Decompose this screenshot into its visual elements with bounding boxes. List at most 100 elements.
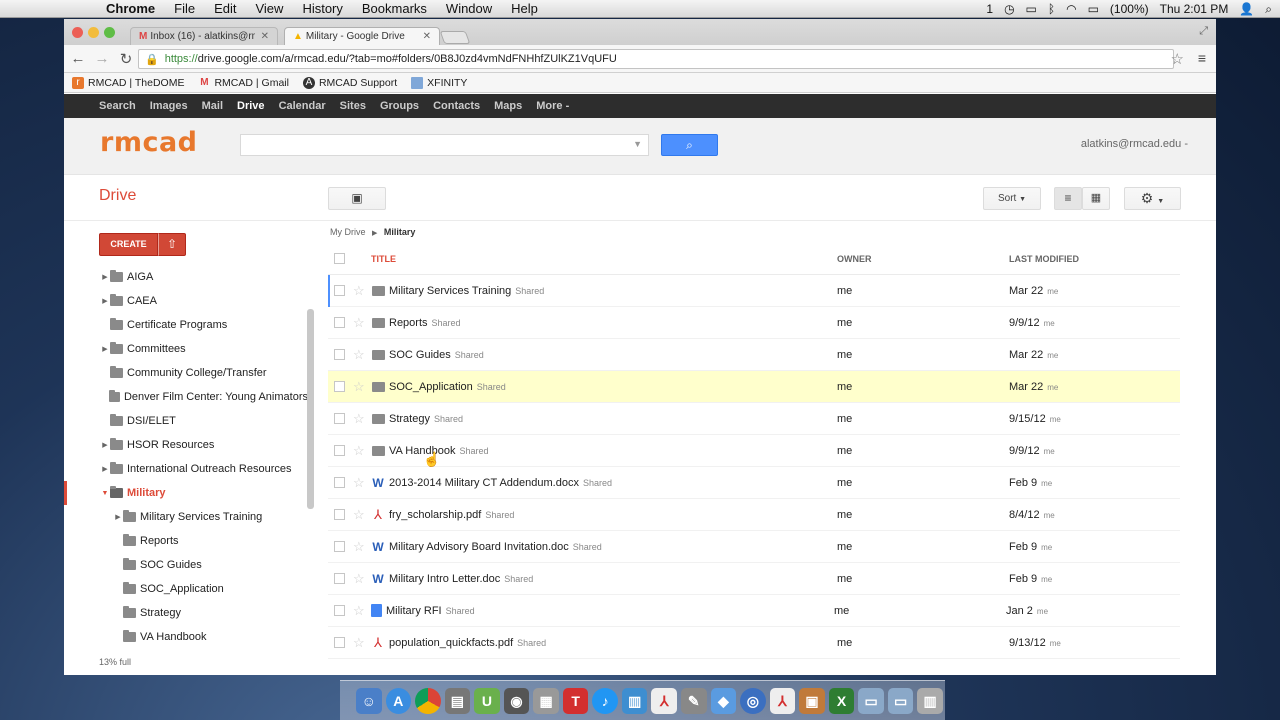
- row-checkbox[interactable]: [334, 477, 345, 488]
- star-icon[interactable]: ☆: [353, 539, 369, 555]
- star-icon[interactable]: ☆: [353, 347, 369, 363]
- column-owner[interactable]: OWNER: [837, 254, 1009, 264]
- star-icon[interactable]: ☆: [353, 635, 369, 651]
- chevron-right-icon[interactable]: ▶: [113, 513, 123, 521]
- row-checkbox[interactable]: [334, 285, 345, 296]
- battery-percent[interactable]: (100%): [1110, 2, 1149, 16]
- file-row[interactable]: ☆ Reports Shared me 9/9/12 me: [328, 307, 1180, 339]
- sidebar-item[interactable]: SOC Guides: [64, 553, 308, 577]
- time-machine-icon[interactable]: ◷: [1004, 2, 1014, 16]
- row-checkbox[interactable]: [334, 317, 345, 328]
- row-checkbox[interactable]: [334, 381, 345, 392]
- row-checkbox[interactable]: [334, 413, 345, 424]
- file-row[interactable]: ☆ W Military Advisory Board Invitation.doc…: [328, 531, 1180, 563]
- sidebar-item[interactable]: Community College/Transfer: [64, 361, 308, 385]
- sidebar-item[interactable]: ▼ Military: [64, 481, 308, 505]
- new-folder-button[interactable]: ▣: [328, 187, 386, 210]
- tab-gmail[interactable]: M Inbox (16) - alatkins@rmc ✕: [130, 27, 278, 45]
- gbar-calendar[interactable]: Calendar: [279, 100, 326, 112]
- sidebar-item[interactable]: Reports: [64, 529, 308, 553]
- preview-icon[interactable]: ◆: [710, 688, 737, 714]
- acrobat-icon[interactable]: ⅄: [651, 688, 678, 714]
- bookmark-star-icon[interactable]: ☆: [1171, 50, 1184, 68]
- bluetooth-icon[interactable]: ᛒ: [1048, 2, 1055, 16]
- breadcrumb-root[interactable]: My Drive: [330, 227, 366, 237]
- menu-window[interactable]: Window: [446, 1, 492, 16]
- reader-icon[interactable]: ⅄: [769, 688, 796, 714]
- row-checkbox[interactable]: [334, 541, 345, 552]
- display-icon[interactable]: ▭: [1026, 2, 1037, 16]
- row-checkbox[interactable]: [334, 445, 345, 456]
- sidebar-item[interactable]: ▶ CAEA: [64, 289, 308, 313]
- file-name[interactable]: Military RFI Shared: [386, 605, 834, 617]
- upload-button[interactable]: ⇧: [158, 233, 186, 256]
- gbar-maps[interactable]: Maps: [494, 100, 522, 112]
- chevron-right-icon[interactable]: ▶: [100, 465, 110, 473]
- file-name[interactable]: fry_scholarship.pdf Shared: [389, 509, 837, 521]
- chart-app-icon[interactable]: ▥: [621, 688, 648, 714]
- gbar-search[interactable]: Search: [99, 100, 136, 112]
- camera-icon[interactable]: ◉: [503, 688, 530, 714]
- file-row[interactable]: ☆ Strategy Shared me 9/15/12 me: [328, 403, 1180, 435]
- star-icon[interactable]: ☆: [353, 603, 369, 619]
- forward-icon[interactable]: →: [92, 50, 112, 67]
- green-app-icon[interactable]: U: [474, 688, 500, 714]
- gbar-images[interactable]: Images: [150, 100, 188, 112]
- excel-icon[interactable]: X: [828, 688, 855, 714]
- downloads-icon[interactable]: ▭: [887, 688, 914, 714]
- gbar-more[interactable]: More -: [536, 100, 569, 112]
- sidebar-item[interactable]: ▶ International Outreach Resources: [64, 457, 308, 481]
- safari-icon[interactable]: ◎: [740, 688, 766, 714]
- star-icon[interactable]: ☆: [353, 443, 369, 459]
- text-app-icon[interactable]: T: [562, 688, 589, 714]
- gbar-mail[interactable]: Mail: [202, 100, 223, 112]
- row-checkbox[interactable]: [334, 573, 345, 584]
- search-input[interactable]: ▼: [240, 134, 649, 156]
- finder-icon[interactable]: ☺: [356, 688, 382, 714]
- zoom-window-button[interactable]: [104, 27, 115, 38]
- star-icon[interactable]: ☆: [353, 379, 369, 395]
- file-row[interactable]: ☆ ⅄ fry_scholarship.pdf Shared me 8/4/12 me: [328, 499, 1180, 531]
- file-name[interactable]: Military Services Training Shared: [389, 285, 837, 297]
- file-name[interactable]: population_quickfacts.pdf Shared: [389, 637, 837, 649]
- sidebar-item[interactable]: Denver Film Center: Young Animators: [64, 385, 308, 409]
- row-checkbox[interactable]: [334, 637, 345, 648]
- star-icon[interactable]: ☆: [353, 315, 369, 331]
- close-window-button[interactable]: [72, 27, 83, 38]
- address-bar[interactable]: 🔒 https:// drive.google.com/a/rmcad.edu/…: [138, 49, 1174, 69]
- new-tab-button[interactable]: [439, 31, 471, 44]
- sidebar-item[interactable]: Certificate Programs: [64, 313, 308, 337]
- chevron-right-icon[interactable]: ▶: [100, 345, 110, 353]
- sidebar-item[interactable]: ▶ HSOR Resources: [64, 433, 308, 457]
- file-row[interactable]: ☆ VA Handbook Shared me 9/9/12 me: [328, 435, 1180, 467]
- menu-view[interactable]: View: [255, 1, 283, 16]
- folder-icon[interactable]: ▭: [858, 688, 884, 714]
- create-button[interactable]: CREATE: [99, 233, 158, 256]
- row-checkbox[interactable]: [334, 349, 345, 360]
- reload-icon[interactable]: ↻: [116, 50, 136, 68]
- file-name[interactable]: Military Advisory Board Invitation.doc Sh…: [389, 541, 837, 553]
- spotlight-icon[interactable]: ⌕: [1265, 2, 1272, 17]
- bookmark-xfinity[interactable]: XFINITY: [411, 76, 467, 89]
- file-row[interactable]: ☆ SOC_Application Shared me Mar 22 me: [328, 371, 1180, 403]
- file-name[interactable]: Strategy Shared: [389, 413, 837, 425]
- column-title[interactable]: TITLE: [371, 254, 837, 264]
- sort-button[interactable]: Sort ▼: [983, 187, 1041, 210]
- file-name[interactable]: Reports Shared: [389, 317, 837, 329]
- menu-bookmarks[interactable]: Bookmarks: [362, 1, 427, 16]
- file-name[interactable]: VA Handbook Shared: [389, 445, 837, 457]
- chevron-right-icon[interactable]: ▶: [100, 273, 110, 281]
- sidebar-item[interactable]: VA Handbook: [64, 625, 308, 649]
- search-button[interactable]: ⌕: [661, 134, 718, 156]
- minimize-window-button[interactable]: [88, 27, 99, 38]
- gbar-drive[interactable]: Drive: [237, 100, 265, 112]
- file-row[interactable]: ☆ SOC Guides Shared me Mar 22 me: [328, 339, 1180, 371]
- search-options-icon[interactable]: ▼: [633, 139, 642, 149]
- file-row[interactable]: ☆ W Military Intro Letter.doc Shared me Feb 9…: [328, 563, 1180, 595]
- sidebar-item[interactable]: ▶ AIGA: [64, 265, 308, 289]
- drive-title[interactable]: Drive: [99, 187, 136, 205]
- close-icon[interactable]: ✕: [423, 31, 431, 42]
- clock[interactable]: Thu 2:01 PM: [1160, 2, 1229, 16]
- menu-file[interactable]: File: [174, 1, 195, 16]
- sidebar-item[interactable]: ▶ Military Services Training: [64, 505, 308, 529]
